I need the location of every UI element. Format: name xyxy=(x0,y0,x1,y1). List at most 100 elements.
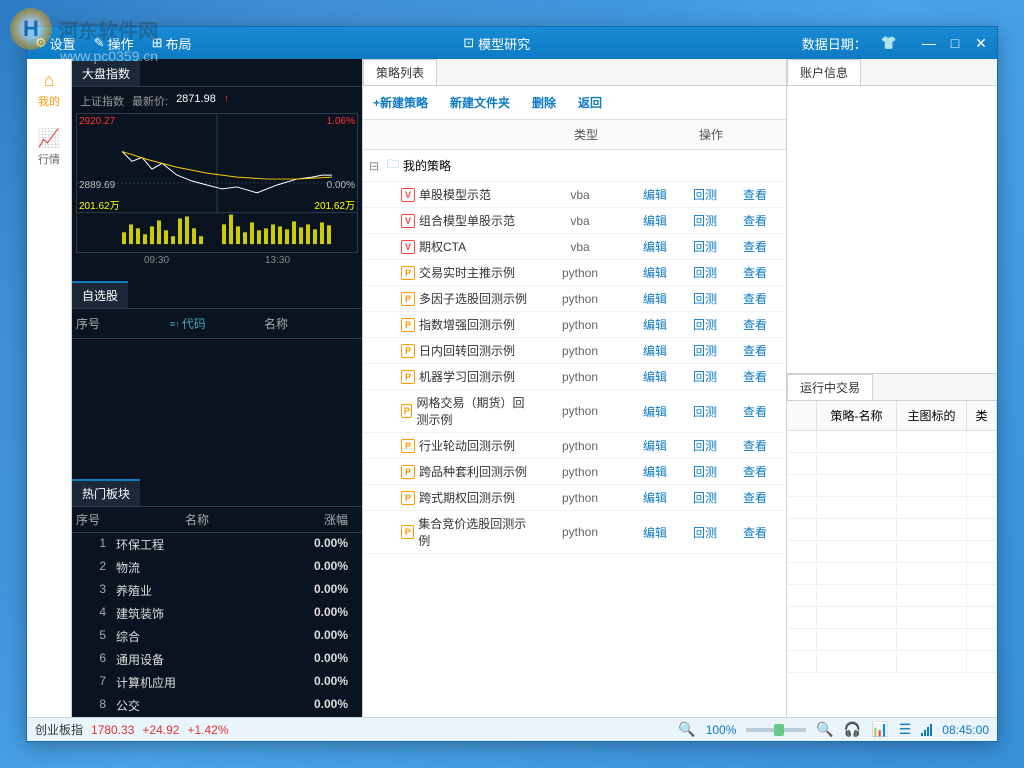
index-name: 上证指数 xyxy=(80,93,124,109)
backtest-link[interactable]: 回测 xyxy=(693,290,717,307)
view-link[interactable]: 查看 xyxy=(743,238,767,255)
backtest-link[interactable]: 回测 xyxy=(693,186,717,203)
strategy-row[interactable]: P日内回转回测示例python编辑回测查看 xyxy=(363,338,786,364)
view-link[interactable]: 查看 xyxy=(743,290,767,307)
backtest-link[interactable]: 回测 xyxy=(693,368,717,385)
minimize-button[interactable]: — xyxy=(921,35,937,51)
edit-link[interactable]: 编辑 xyxy=(643,186,667,203)
strategy-row[interactable]: P行业轮动回测示例python编辑回测查看 xyxy=(363,433,786,459)
backtest-link[interactable]: 回测 xyxy=(693,264,717,281)
back-button[interactable]: 返回 xyxy=(578,94,602,111)
backtest-link[interactable]: 回测 xyxy=(693,342,717,359)
delete-button[interactable]: 删除 xyxy=(532,94,556,111)
index-price: 2871.98 xyxy=(176,93,216,109)
view-link[interactable]: 查看 xyxy=(743,489,767,506)
col-code[interactable]: ≡↑代码 xyxy=(170,315,264,332)
nav-my[interactable]: ⌂ 我的 xyxy=(38,69,60,109)
collapse-icon[interactable]: ⊟ xyxy=(369,159,383,173)
col-seq[interactable]: 序号 xyxy=(76,315,170,332)
center-panel: 策略列表 +新建策略 新建文件夹 删除 返回 类型 操作 ⊟ 🗀 我的策略 V单… xyxy=(362,59,787,717)
view-link[interactable]: 查看 xyxy=(743,403,767,420)
arrow-up-icon: ↑ xyxy=(224,93,230,109)
watchlist-tab[interactable]: 自选股 xyxy=(72,281,128,308)
running-trades-tab[interactable]: 运行中交易 xyxy=(787,374,873,400)
backtest-link[interactable]: 回测 xyxy=(693,437,717,454)
hot-sector-row[interactable]: 5综合0.00% xyxy=(72,625,362,648)
edit-link[interactable]: 编辑 xyxy=(643,489,667,506)
chart-toggle-icon[interactable]: 📊 xyxy=(871,721,888,738)
edit-link[interactable]: 编辑 xyxy=(643,524,667,541)
edit-link[interactable]: 编辑 xyxy=(643,403,667,420)
zoom-out-icon[interactable]: 🔍 xyxy=(678,721,695,738)
close-button[interactable]: ✕ xyxy=(973,35,989,51)
view-link[interactable]: 查看 xyxy=(743,463,767,480)
hot-sector-row[interactable]: 2物流0.00% xyxy=(72,556,362,579)
list-icon[interactable]: ☰ xyxy=(899,721,912,738)
hot-sector-row[interactable]: 8公交0.00% xyxy=(72,694,362,717)
strategy-row[interactable]: P网格交易（期货）回测示例python编辑回测查看 xyxy=(363,390,786,433)
maximize-button[interactable]: □ xyxy=(947,35,963,51)
edit-link[interactable]: 编辑 xyxy=(643,212,667,229)
edit-link[interactable]: 编辑 xyxy=(643,238,667,255)
strategy-row[interactable]: P跨式期权回测示例python编辑回测查看 xyxy=(363,485,786,511)
strategy-row[interactable]: P跨品种套利回测示例python编辑回测查看 xyxy=(363,459,786,485)
strategy-row[interactable]: P指数增强回测示例python编辑回测查看 xyxy=(363,312,786,338)
running-header: 策略-名称 主图标的 类 xyxy=(787,401,997,431)
edit-link[interactable]: 编辑 xyxy=(643,368,667,385)
edit-link[interactable]: 编辑 xyxy=(643,316,667,333)
strategy-row[interactable]: P集合竞价选股回测示例python编辑回测查看 xyxy=(363,511,786,554)
market-chart: 上证指数 最新价: 2871.98 ↑ 2920.27 1.06% 2889.6… xyxy=(72,87,362,281)
headset-icon[interactable]: 🎧 xyxy=(844,721,861,738)
zoom-in-icon[interactable]: 🔍 xyxy=(816,721,833,738)
nav-market[interactable]: 📈 行情 xyxy=(38,127,60,167)
file-type-icon: P xyxy=(401,491,415,505)
edit-link[interactable]: 编辑 xyxy=(643,264,667,281)
strategy-list-tab[interactable]: 策略列表 xyxy=(363,59,437,85)
left-panel: 大盘指数 上证指数 最新价: 2871.98 ↑ 2920.27 1.06% 2… xyxy=(72,59,362,717)
running-body xyxy=(787,431,997,718)
edit-link[interactable]: 编辑 xyxy=(643,290,667,307)
watermark-logo-icon: H xyxy=(10,8,52,50)
view-link[interactable]: 查看 xyxy=(743,437,767,454)
view-link[interactable]: 查看 xyxy=(743,342,767,359)
view-link[interactable]: 查看 xyxy=(743,524,767,541)
zoom-slider[interactable] xyxy=(746,728,806,732)
view-link[interactable]: 查看 xyxy=(743,264,767,281)
backtest-link[interactable]: 回测 xyxy=(693,524,717,541)
hot-sector-row[interactable]: 7计算机应用0.00% xyxy=(72,671,362,694)
strategy-row[interactable]: V组合模型单股示范vba编辑回测查看 xyxy=(363,208,786,234)
backtest-link[interactable]: 回测 xyxy=(693,403,717,420)
theme-icon[interactable]: 👕 xyxy=(881,35,897,51)
zoom-level: 100% xyxy=(706,723,737,737)
backtest-link[interactable]: 回测 xyxy=(693,463,717,480)
edit-link[interactable]: 编辑 xyxy=(643,463,667,480)
view-link[interactable]: 查看 xyxy=(743,316,767,333)
hot-sector-row[interactable]: 6通用设备0.00% xyxy=(72,648,362,671)
view-link[interactable]: 查看 xyxy=(743,186,767,203)
new-strategy-button[interactable]: +新建策略 xyxy=(373,94,428,111)
backtest-link[interactable]: 回测 xyxy=(693,316,717,333)
hot-sector-row[interactable]: 3养殖业0.00% xyxy=(72,579,362,602)
hot-sector-row[interactable]: 4建筑装饰0.00% xyxy=(72,602,362,625)
edit-link[interactable]: 编辑 xyxy=(643,342,667,359)
strategy-row[interactable]: V单股模型示范vba编辑回测查看 xyxy=(363,182,786,208)
new-folder-button[interactable]: 新建文件夹 xyxy=(450,94,510,111)
edit-link[interactable]: 编辑 xyxy=(643,437,667,454)
folder-icon: 🗀 xyxy=(387,155,399,176)
col-name[interactable]: 名称 xyxy=(264,315,358,332)
account-info-tab[interactable]: 账户信息 xyxy=(787,59,861,85)
strategy-row[interactable]: V期权CTAvba编辑回测查看 xyxy=(363,234,786,260)
strategy-row[interactable]: P机器学习回测示例python编辑回测查看 xyxy=(363,364,786,390)
hot-sector-row[interactable]: 1环保工程0.00% xyxy=(72,533,362,556)
strategy-root-folder[interactable]: ⊟ 🗀 我的策略 xyxy=(363,150,786,182)
backtest-link[interactable]: 回测 xyxy=(693,238,717,255)
backtest-link[interactable]: 回测 xyxy=(693,212,717,229)
view-link[interactable]: 查看 xyxy=(743,368,767,385)
chart-icon: 📈 xyxy=(38,127,60,149)
strategy-row[interactable]: P多因子选股回测示例python编辑回测查看 xyxy=(363,286,786,312)
hot-sectors-tab[interactable]: 热门板块 xyxy=(72,479,140,506)
backtest-link[interactable]: 回测 xyxy=(693,489,717,506)
strategy-row[interactable]: P交易实时主推示例python编辑回测查看 xyxy=(363,260,786,286)
status-index-pct: +1.42% xyxy=(187,723,228,737)
view-link[interactable]: 查看 xyxy=(743,212,767,229)
